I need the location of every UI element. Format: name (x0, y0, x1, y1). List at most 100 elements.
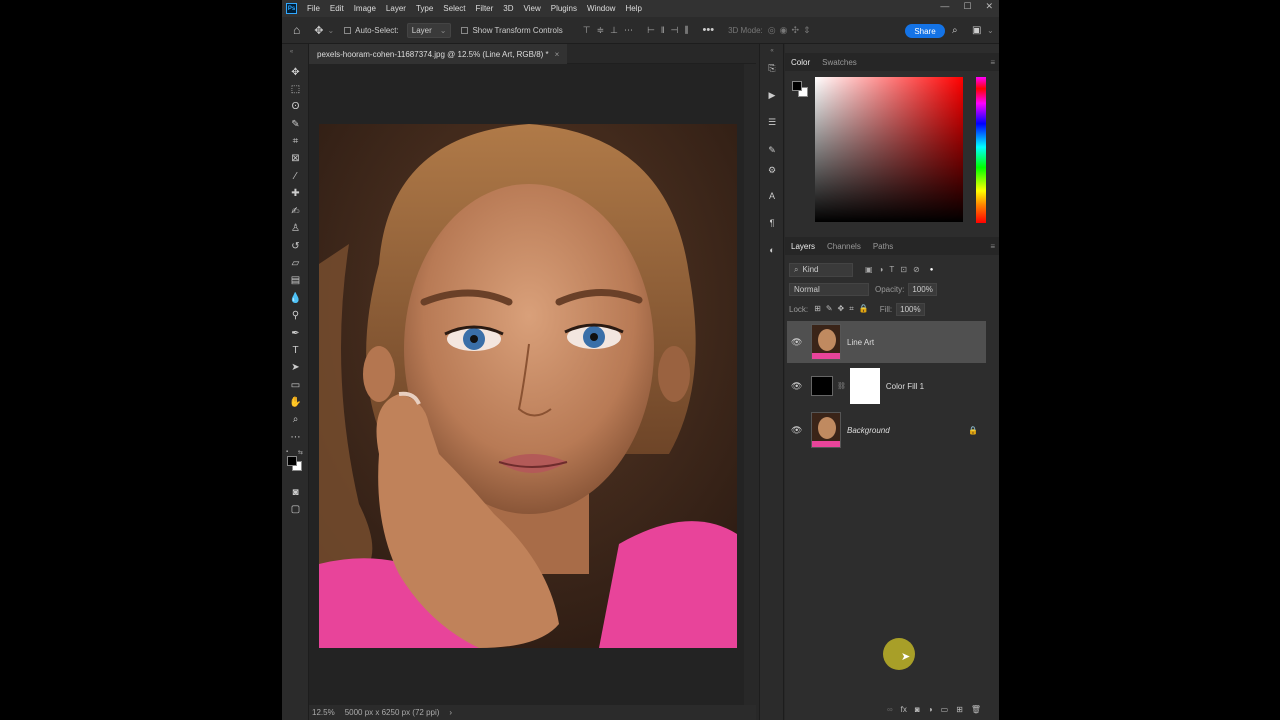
hand-tool-icon[interactable]: ✋ (289, 396, 302, 409)
menu-view[interactable]: View (524, 4, 541, 13)
actions-panel-icon[interactable]: ▶ (766, 89, 778, 101)
layer-row-line-art[interactable]: 👁 Line Art (787, 321, 986, 363)
swap-colors-icon[interactable]: ⇆ (298, 449, 303, 456)
path-selection-tool-icon[interactable]: ➤ (289, 361, 302, 374)
tool-preset-chevron-icon[interactable]: ⌄ (327, 26, 334, 35)
tab-layers[interactable]: Layers (785, 242, 821, 251)
move-tool-icon[interactable]: ✥ (314, 24, 323, 37)
screen-mode-icon[interactable]: ▢ (289, 503, 302, 516)
distribute-icon[interactable]: ⫼ (684, 25, 688, 36)
tab-swatches[interactable]: Swatches (816, 58, 863, 67)
align-middle-icon[interactable]: ≑ (597, 25, 605, 36)
filter-kind-dropdown[interactable]: ⌕ Kind (789, 262, 853, 277)
tab-paths[interactable]: Paths (867, 242, 899, 251)
navigator-panel-icon[interactable]: ◐ (766, 244, 778, 256)
app-logo[interactable]: Ps (286, 3, 297, 14)
filter-toggle-icon[interactable]: ● (930, 267, 934, 273)
menu-window[interactable]: Window (587, 4, 615, 13)
menu-help[interactable]: Help (625, 4, 641, 13)
align-right-icon[interactable]: ⊣ (671, 25, 679, 36)
delete-layer-icon[interactable]: 🗑 (971, 705, 981, 714)
menu-select[interactable]: Select (443, 4, 465, 13)
3d-slide-icon[interactable]: ⇕ (803, 25, 811, 36)
color-panel-menu-icon[interactable]: ≡ (990, 58, 995, 67)
close-window-button[interactable]: ✕ (985, 1, 993, 12)
collapse-panels-icon[interactable]: « (766, 45, 778, 57)
menu-file[interactable]: File (307, 4, 320, 13)
lasso-tool-icon[interactable]: ʘ (289, 100, 302, 113)
auto-select-option[interactable]: Auto-Select: (344, 26, 399, 35)
color-panel-swatches[interactable] (792, 79, 810, 99)
dodge-tool-icon[interactable]: ⚲ (289, 309, 302, 322)
auto-select-checkbox[interactable] (344, 26, 352, 34)
panel-foreground-swatch[interactable] (792, 81, 802, 91)
layer-mask-thumbnail[interactable] (849, 368, 880, 404)
menu-image[interactable]: Image (354, 4, 376, 13)
history-brush-tool-icon[interactable]: ↺ (289, 240, 302, 253)
hue-slider[interactable] (976, 77, 986, 223)
document-tab[interactable]: pexels-hooram-cohen-11687374.jpg @ 12.5%… (309, 44, 568, 64)
quick-mask-icon[interactable]: ◙ (289, 486, 302, 499)
align-menu-icon[interactable]: ⋯ (624, 25, 633, 36)
close-tab-icon[interactable]: × (555, 50, 560, 59)
zoom-tool-icon[interactable]: ⌕ (289, 413, 302, 426)
maximize-button[interactable]: ☐ (963, 1, 971, 12)
clone-stamp-tool-icon[interactable]: ♙ (289, 222, 302, 235)
adjustment-layer-icon[interactable]: ◑ (928, 705, 933, 714)
menu-edit[interactable]: Edit (330, 4, 344, 13)
layers-panel-menu-icon[interactable]: ≡ (990, 242, 995, 251)
chain-link-icon[interactable]: ⛓ (837, 382, 846, 390)
menu-layer[interactable]: Layer (386, 4, 406, 13)
layer-filter-icons[interactable]: ▣◑T⊡⊘ (865, 265, 926, 274)
character-panel-icon[interactable]: A (766, 190, 778, 202)
menu-filter[interactable]: Filter (476, 4, 494, 13)
document-canvas[interactable] (319, 124, 737, 648)
new-group-icon[interactable]: ▭ (941, 705, 949, 714)
quick-selection-tool-icon[interactable]: ✎ (289, 118, 302, 131)
home-icon[interactable]: ⌂ (293, 23, 300, 37)
align-center-icon[interactable]: ‖ (661, 25, 665, 36)
show-transform-option[interactable]: Show Transform Controls (461, 26, 563, 35)
show-transform-checkbox[interactable] (461, 26, 469, 34)
fill-input[interactable]: 100% (896, 302, 925, 316)
share-button[interactable]: Share (905, 24, 945, 38)
align-left-icon[interactable]: ⊢ (647, 25, 655, 36)
search-icon[interactable]: ⌕ (952, 25, 958, 36)
rectangle-tool-icon[interactable]: ▭ (289, 379, 302, 392)
more-options-icon[interactable]: ••• (703, 24, 715, 36)
foreground-color-swatch[interactable] (287, 456, 297, 466)
brush-tool-icon[interactable]: ✍ (289, 205, 302, 218)
blend-mode-dropdown[interactable]: Normal (789, 282, 869, 296)
type-tool-icon[interactable]: T (289, 344, 302, 357)
status-menu-arrow-icon[interactable]: › (449, 708, 452, 717)
layer-style-icon[interactable]: fx (901, 705, 907, 714)
auto-select-dropdown[interactable]: Layer ⌄ (406, 22, 452, 38)
visibility-eye-icon[interactable]: 👁 (791, 381, 805, 392)
eraser-tool-icon[interactable]: ▱ (289, 257, 302, 270)
paragraph-panel-icon[interactable]: ¶ (766, 217, 778, 229)
layer-row-background[interactable]: 👁 Background 🔒 (787, 409, 986, 451)
zoom-level[interactable]: 12.5% (312, 708, 335, 717)
blur-tool-icon[interactable]: 💧 (289, 292, 302, 305)
move-tool-icon[interactable]: ✥ (289, 66, 302, 79)
menu-type[interactable]: Type (416, 4, 433, 13)
gradient-tool-icon[interactable]: ▤ (289, 274, 302, 287)
3d-roll-icon[interactable]: ◉ (780, 25, 788, 36)
3d-pan-icon[interactable]: ✣ (791, 25, 799, 36)
edit-toolbar-icon[interactable]: ⋯ (289, 431, 302, 444)
brush-settings-panel-icon[interactable]: ✎ (766, 144, 778, 156)
healing-brush-tool-icon[interactable]: ✚ (289, 187, 302, 200)
marquee-tool-icon[interactable]: ⬚ (289, 83, 302, 96)
align-bottom-icon[interactable]: ⊥ (610, 25, 618, 36)
workspace-icon[interactable]: ▣ (972, 25, 981, 36)
color-picker-field[interactable] (815, 77, 963, 222)
tab-channels[interactable]: Channels (821, 242, 867, 251)
link-layers-icon[interactable]: ∞ (887, 705, 893, 714)
history-panel-icon[interactable]: ⎘ (766, 62, 778, 74)
visibility-eye-icon[interactable]: 👁 (791, 425, 805, 436)
3d-orbit-icon[interactable]: ◎ (768, 25, 776, 36)
menu-plugins[interactable]: Plugins (551, 4, 577, 13)
eyedropper-tool-icon[interactable]: ⁄ (289, 170, 302, 183)
add-mask-icon[interactable]: ◙ (915, 705, 920, 714)
properties-panel-icon[interactable]: ⚙ (766, 164, 778, 176)
